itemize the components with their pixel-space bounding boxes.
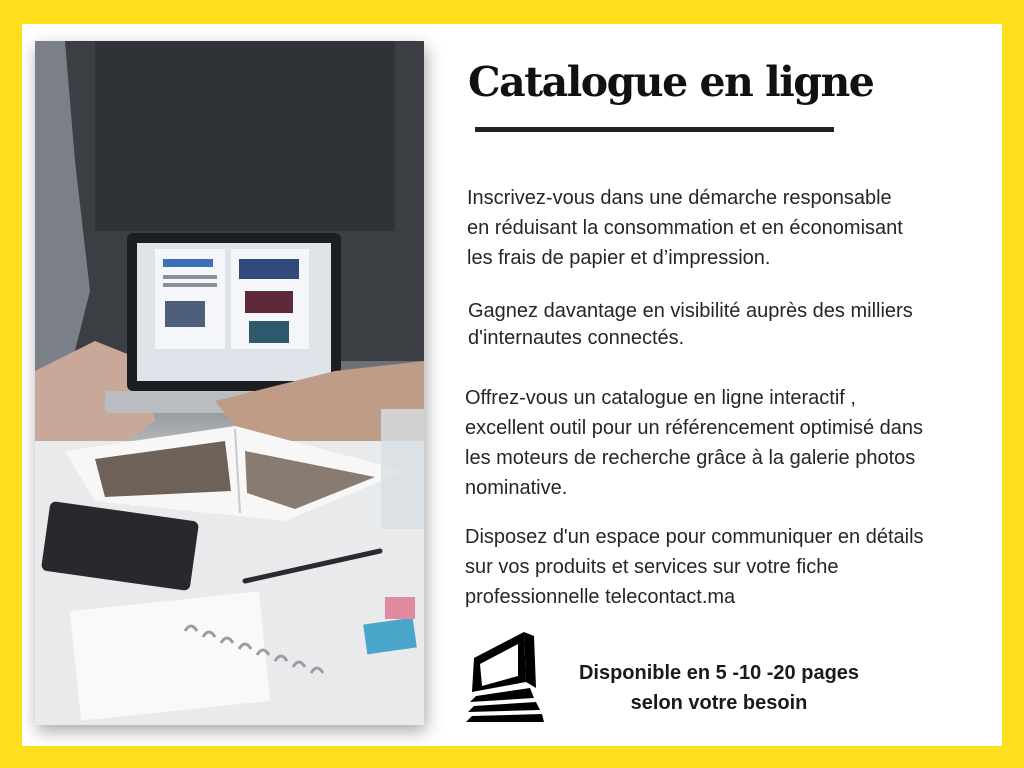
page-title: Catalogue en ligne [468, 58, 875, 106]
paragraph-responsible-approach: Inscrivez-vous dans une démarche respons… [467, 187, 903, 269]
title-underline [475, 127, 834, 132]
availability-note: Disponible en 5 -10 -20 pages selon votr… [578, 662, 860, 714]
open-book-pages-icon [464, 630, 546, 724]
paragraph-visibility: Gagnez davantage en visibilité auprès de… [468, 300, 913, 349]
photo-people-reviewing-catalogue [35, 41, 424, 725]
paragraph-professional-space: Disposez d'un espace pour communiquer en… [465, 526, 924, 608]
paragraph-interactive-catalogue: Offrez-vous un catalogue en ligne intera… [465, 387, 924, 499]
